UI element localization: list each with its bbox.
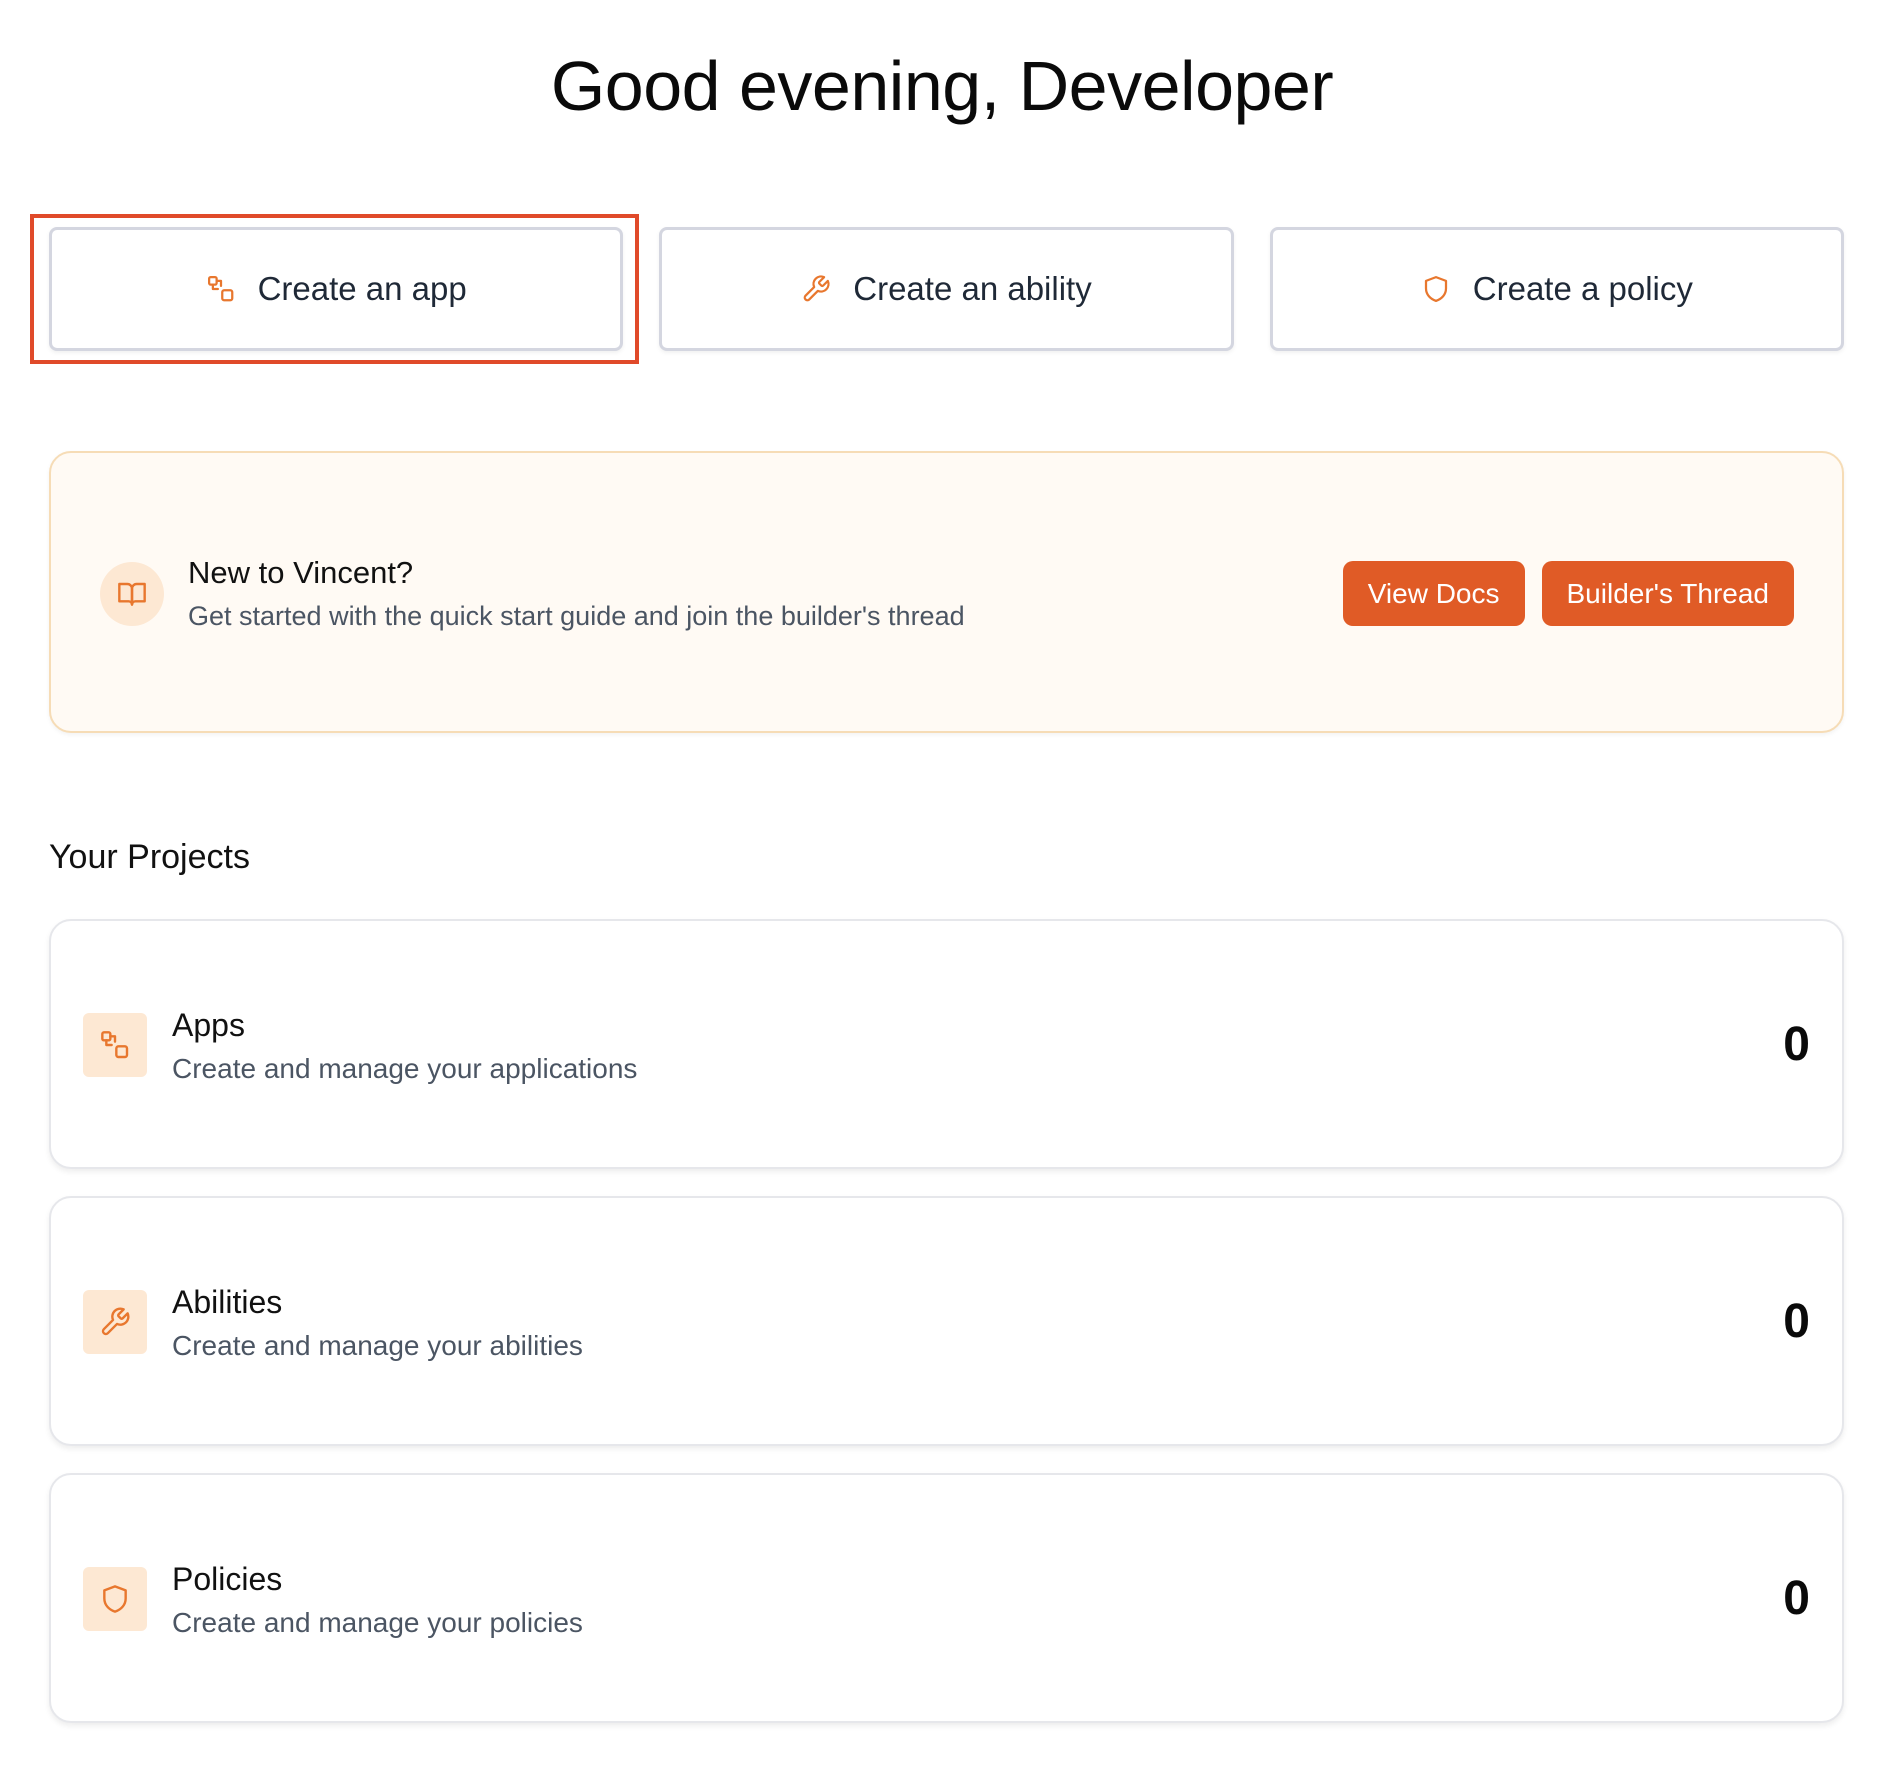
projects-section-title: Your Projects [49, 838, 250, 876]
page-greeting: Good evening, Developer [550, 47, 1334, 125]
create-policy-button[interactable]: Create a policy [1269, 227, 1844, 351]
project-name: Apps [172, 1007, 245, 1043]
create-app-label: Create an app [257, 270, 467, 307]
wrench-icon [801, 274, 831, 304]
apps-icon [83, 1013, 147, 1077]
project-count: 0 [1783, 1295, 1810, 1348]
project-description: Create and manage your applications [172, 1053, 638, 1084]
project-card-policies[interactable]: Policies Create and manage your policies… [49, 1473, 1844, 1723]
project-card-apps[interactable]: Apps Create and manage your applications… [49, 919, 1844, 1169]
project-name: Policies [172, 1561, 283, 1597]
view-docs-button[interactable]: View Docs [1342, 561, 1525, 626]
wrench-icon [83, 1290, 147, 1354]
banner-title: New to Vincent? [188, 555, 414, 590]
quick-actions: Create an app Create an ability Create a… [49, 227, 1844, 351]
project-description: Create and manage your abilities [172, 1330, 583, 1361]
shield-icon [83, 1567, 147, 1631]
project-count: 0 [1783, 1018, 1810, 1071]
banner-subtitle: Get started with the quick start guide a… [188, 601, 965, 631]
project-count: 0 [1783, 1572, 1810, 1625]
project-card-abilities[interactable]: Abilities Create and manage your abiliti… [49, 1196, 1844, 1446]
shield-icon [1421, 274, 1451, 304]
dashboard-page: Good evening, Developer Create an app Cr… [0, 0, 1884, 1786]
create-policy-label: Create a policy [1472, 270, 1693, 307]
project-name: Abilities [172, 1284, 283, 1320]
create-ability-label: Create an ability [853, 270, 1092, 307]
create-app-button[interactable]: Create an app [49, 227, 624, 351]
apps-icon [206, 274, 236, 304]
project-description: Create and manage your policies [172, 1607, 583, 1638]
onboarding-banner: New to Vincent? Get started with the qui… [49, 451, 1844, 733]
create-ability-button[interactable]: Create an ability [659, 227, 1234, 351]
builders-thread-button[interactable]: Builder's Thread [1541, 561, 1794, 626]
banner-actions: View Docs Builder's Thread [1342, 561, 1794, 626]
book-icon [100, 562, 164, 626]
